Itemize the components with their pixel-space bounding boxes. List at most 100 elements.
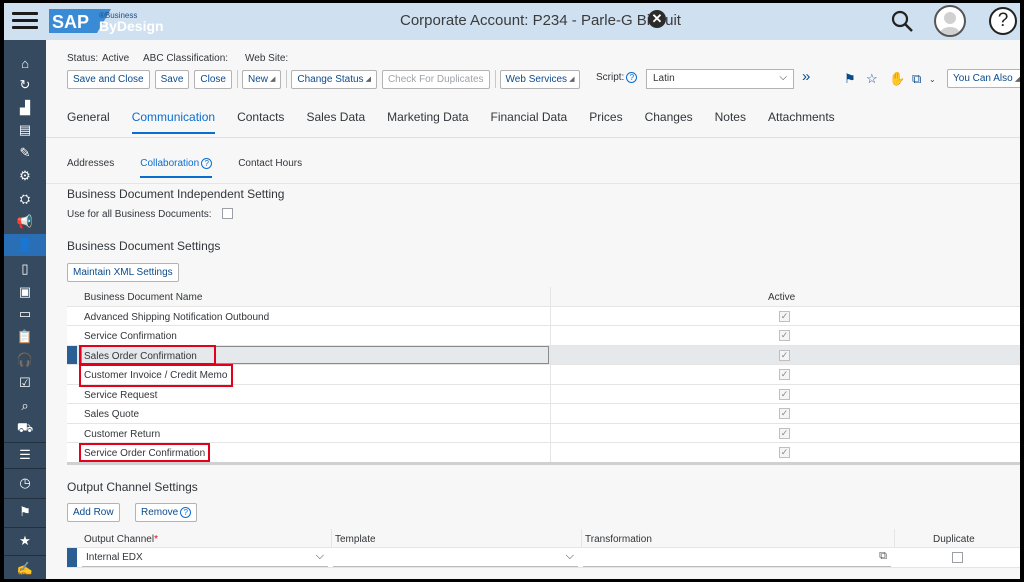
check-duplicates-button[interactable]: Check For Duplicates xyxy=(381,69,490,89)
help-icon[interactable]: ? xyxy=(180,507,192,518)
active-checkbox[interactable]: ✓ xyxy=(779,447,790,458)
toolbar-separator xyxy=(236,70,238,88)
status-label: Status: xyxy=(67,53,99,64)
use-all-documents-checkbox[interactable] xyxy=(222,208,233,219)
web-services-label: Web Services xyxy=(505,73,568,85)
search-docs-icon[interactable]: ⌕ xyxy=(4,395,46,417)
chevron-down-icon[interactable]: ⌄ xyxy=(929,75,936,84)
bar-chart-icon[interactable]: ▟ xyxy=(4,97,46,119)
notes-icon[interactable]: ✍ xyxy=(4,558,46,579)
search-icon[interactable] xyxy=(890,9,914,33)
settings-icon[interactable]: ⚙ xyxy=(4,165,46,187)
user-avatar[interactable] xyxy=(934,5,966,37)
you-can-also-button[interactable]: You Can Also ◢ xyxy=(947,69,1020,88)
refresh-icon[interactable]: ↻ xyxy=(4,74,46,96)
help-icon[interactable]: ? xyxy=(626,72,638,83)
duplicate-checkbox[interactable] xyxy=(952,552,963,563)
double-chevron-right-icon[interactable]: » xyxy=(802,68,810,85)
change-status-button[interactable]: Change Status ◢ xyxy=(291,69,377,89)
tab-communication[interactable]: Communication xyxy=(131,110,216,134)
output-table-row[interactable]: Internal EDX ⌵ ⌵ ⧉ xyxy=(67,548,1020,568)
headset-icon[interactable]: 🎧 xyxy=(4,349,46,371)
add-row-button[interactable]: Add Row xyxy=(67,503,120,522)
website-label: Web Site: xyxy=(245,53,289,64)
column-divider xyxy=(331,529,332,547)
use-all-documents-label: Use for all Business Documents: xyxy=(67,209,212,220)
active-checkbox[interactable]: ✓ xyxy=(779,349,790,361)
clipboard-icon[interactable]: 📋 xyxy=(4,326,46,348)
reports-icon[interactable]: ▤ xyxy=(4,119,46,141)
tab-changes[interactable]: Changes xyxy=(645,110,693,134)
dropdown-icon: ◢ xyxy=(365,76,371,83)
tab-general[interactable]: General xyxy=(67,110,110,134)
page-title: Corporate Account: P234 - Parle-G Biscui… xyxy=(400,12,681,29)
help-icon[interactable]: ? xyxy=(201,158,213,169)
tab-sales-data[interactable]: Sales Data xyxy=(306,110,365,134)
column-divider xyxy=(550,326,551,345)
megaphone-icon[interactable]: 📢 xyxy=(4,211,46,233)
remove-button[interactable]: Remove? xyxy=(135,503,198,522)
transformation-input[interactable]: ⧉ xyxy=(583,549,891,567)
active-checkbox[interactable]: ✓ xyxy=(779,310,790,322)
column-header-name: Business Document Name xyxy=(84,292,203,303)
contact-card-icon[interactable]: ▣ xyxy=(4,281,46,303)
table-row[interactable]: Service Request ✓ xyxy=(67,384,1020,404)
list-icon[interactable]: ☰ xyxy=(4,444,46,466)
maintain-xml-settings-button[interactable]: Maintain XML Settings xyxy=(67,263,179,282)
highlight-service-order-confirmation xyxy=(79,443,210,462)
clock-icon[interactable]: ◷ xyxy=(4,472,46,494)
tabs-divider xyxy=(46,137,1020,138)
column-divider xyxy=(550,384,551,403)
script-select[interactable]: Latin ⌵ xyxy=(646,69,794,89)
template-select[interactable]: ⌵ xyxy=(333,549,578,567)
web-services-button[interactable]: Web Services ◢ xyxy=(499,69,581,89)
highlight-customer-invoice xyxy=(79,364,233,387)
org-chart-icon[interactable]: ⛭ xyxy=(4,188,46,210)
close-icon[interactable]: ✕ xyxy=(648,10,666,28)
save-and-close-button[interactable]: Save and Close xyxy=(67,69,150,89)
customers-icon[interactable]: 👤 xyxy=(4,234,46,256)
tab-contacts[interactable]: Contacts xyxy=(237,110,284,134)
id-card-icon[interactable]: ▭ xyxy=(4,303,46,325)
hand-icon[interactable]: ✋ xyxy=(889,71,905,87)
save-button[interactable]: Save xyxy=(154,69,190,89)
subtab-addresses[interactable]: Addresses xyxy=(67,158,114,178)
output-channel-select[interactable]: Internal EDX ⌵ xyxy=(82,549,328,567)
subtab-collaboration[interactable]: Collaboration? xyxy=(140,158,213,179)
table-row[interactable]: Service Confirmation ✓ xyxy=(67,326,1020,346)
sap-logo[interactable]: SAP ®Business ByDesign xyxy=(49,7,169,35)
document-name: Service Request xyxy=(84,389,158,401)
new-button[interactable]: New ◢ xyxy=(241,69,282,89)
tab-notes[interactable]: Notes xyxy=(715,110,746,134)
new-window-icon[interactable]: ⧉ xyxy=(912,71,921,87)
active-checkbox[interactable]: ✓ xyxy=(779,408,790,419)
edit-icon[interactable]: ✎ xyxy=(4,142,46,164)
flag-icon[interactable]: ⚑ xyxy=(844,71,856,87)
independent-setting-title: Business Document Independent Setting xyxy=(67,187,285,201)
document-name: Service Confirmation xyxy=(84,331,177,342)
tab-financial-data[interactable]: Financial Data xyxy=(491,110,568,134)
document-name: Advanced Shipping Notification Outbound xyxy=(84,311,270,323)
tab-prices[interactable]: Prices xyxy=(589,110,622,134)
active-checkbox[interactable]: ✓ xyxy=(779,388,790,400)
star-icon[interactable]: ☆ xyxy=(866,71,878,87)
help-icon[interactable]: ? xyxy=(989,7,1017,35)
active-checkbox[interactable]: ✓ xyxy=(779,330,790,341)
document-icon[interactable]: ▯ xyxy=(4,258,46,280)
close-button[interactable]: Close xyxy=(194,69,232,89)
tab-attachments[interactable]: Attachments xyxy=(768,110,835,134)
favorites-icon[interactable]: ★ xyxy=(4,530,46,552)
active-checkbox[interactable]: ✓ xyxy=(779,427,790,439)
flag-icon[interactable]: ⚑ xyxy=(4,501,46,523)
table-row[interactable]: Advanced Shipping Notification Outbound … xyxy=(67,306,1020,326)
tab-marketing-data[interactable]: Marketing Data xyxy=(387,110,468,134)
table-row[interactable]: Sales Quote ✓ xyxy=(67,404,1020,424)
value-help-icon[interactable]: ⧉ xyxy=(879,550,887,563)
menu-icon[interactable] xyxy=(12,9,38,33)
home-icon[interactable]: ⌂ xyxy=(4,52,46,74)
table-row[interactable]: Customer Return ✓ xyxy=(67,423,1020,443)
checklist-icon[interactable]: ☑ xyxy=(4,372,46,394)
active-checkbox[interactable]: ✓ xyxy=(779,369,790,380)
car-icon[interactable]: ⛟ xyxy=(4,418,46,440)
subtab-contact-hours[interactable]: Contact Hours xyxy=(238,158,302,178)
